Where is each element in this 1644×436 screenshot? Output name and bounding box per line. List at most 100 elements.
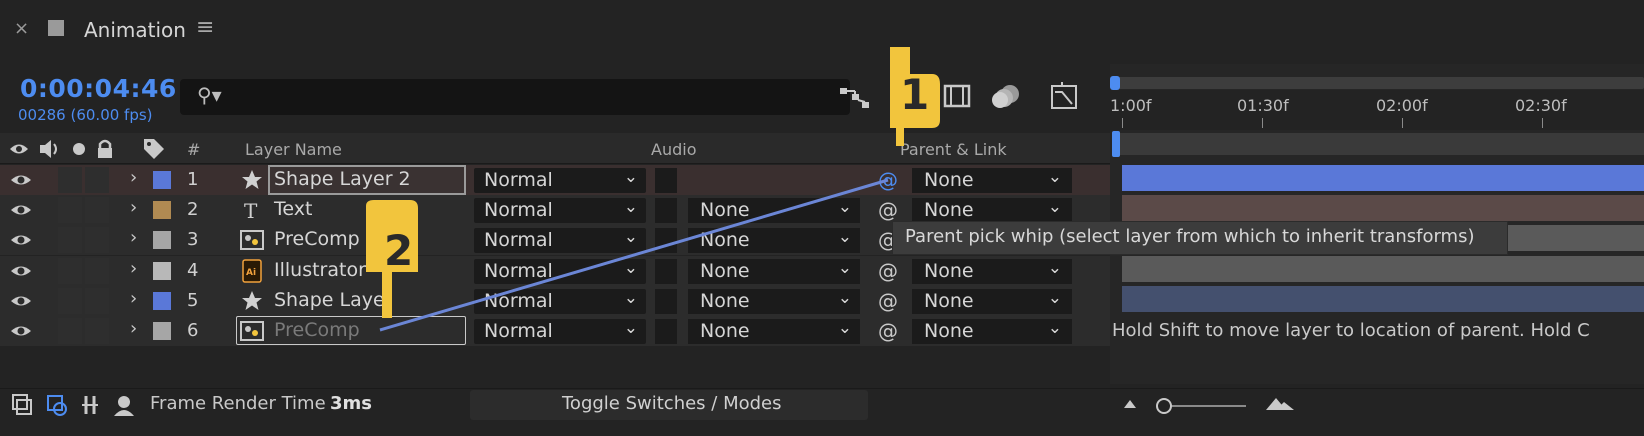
parent-value: None bbox=[924, 199, 974, 221]
track-matte-dropdown[interactable]: None ⌄ bbox=[688, 258, 860, 284]
layer-number: 5 bbox=[187, 290, 199, 311]
layer-duration-bar[interactable] bbox=[1122, 256, 1644, 282]
label-color-swatch[interactable] bbox=[153, 262, 171, 280]
chevron-right-icon[interactable]: › bbox=[130, 318, 137, 339]
composition-icon bbox=[48, 20, 64, 36]
chevron-down-icon: ⌄ bbox=[837, 227, 852, 247]
lock-switch[interactable] bbox=[85, 197, 109, 223]
parent-value: None bbox=[924, 290, 974, 312]
blend-mode-dropdown[interactable]: Normal ⌄ bbox=[474, 197, 646, 223]
motion-blur-icon[interactable] bbox=[990, 82, 1022, 112]
time-navigator-start-handle[interactable] bbox=[1110, 76, 1120, 90]
track-matte-value: None bbox=[700, 320, 750, 342]
parent-value: None bbox=[924, 169, 974, 191]
chevron-down-icon: ⌄ bbox=[623, 227, 638, 247]
blend-mode-value: Normal bbox=[484, 199, 553, 221]
label-color-swatch[interactable] bbox=[153, 322, 171, 340]
label-color-swatch[interactable] bbox=[153, 201, 171, 219]
track-matte-toggle[interactable] bbox=[655, 289, 677, 314]
parent-dropdown[interactable]: None ⌄ bbox=[912, 288, 1072, 314]
solo-switch[interactable] bbox=[58, 258, 82, 284]
search-icon[interactable]: ⚲▾ bbox=[197, 83, 222, 107]
eye-icon[interactable] bbox=[10, 320, 32, 342]
lock-switch[interactable] bbox=[85, 258, 109, 284]
chevron-right-icon[interactable]: › bbox=[130, 288, 137, 309]
layer-row[interactable]: › 6 PreComp Normal ⌄ None ⌄ @ None ⌄ bbox=[0, 316, 1160, 346]
track-matte-dropdown[interactable]: None ⌄ bbox=[688, 197, 860, 223]
panel-title[interactable]: Animation bbox=[84, 18, 186, 42]
track-matte-dropdown[interactable]: None ⌄ bbox=[688, 227, 860, 253]
blend-mode-dropdown[interactable]: Normal ⌄ bbox=[474, 318, 646, 344]
track-matte-toggle[interactable] bbox=[655, 259, 677, 284]
eye-icon[interactable] bbox=[10, 169, 32, 191]
zoom-slider[interactable] bbox=[1118, 394, 1298, 418]
eye-icon[interactable] bbox=[10, 260, 32, 282]
layer-row[interactable]: › 1 Shape Layer 2 Normal ⌄ @ None ⌄ bbox=[0, 165, 1160, 195]
eye-icon[interactable] bbox=[10, 199, 32, 221]
layer-row[interactable]: › 4 Ai Illustrator Normal ⌄ None ⌄ @ None ⌄ bbox=[0, 256, 1160, 286]
label-color-swatch[interactable] bbox=[153, 231, 171, 249]
current-time-display[interactable]: 0:00:04:46 bbox=[20, 74, 177, 103]
track-matte-dropdown[interactable]: None ⌄ bbox=[688, 288, 860, 314]
track-matte-toggle[interactable] bbox=[655, 168, 677, 193]
solo-switch[interactable] bbox=[58, 167, 82, 193]
chevron-right-icon[interactable]: › bbox=[130, 167, 137, 188]
lock-switch[interactable] bbox=[85, 167, 109, 193]
comp-flowchart-icon[interactable] bbox=[838, 84, 872, 112]
layer-name[interactable]: Text bbox=[274, 198, 312, 220]
pick-whip-icon[interactable]: @ bbox=[878, 319, 898, 343]
parent-dropdown[interactable]: None ⌄ bbox=[912, 318, 1072, 344]
lock-switch[interactable] bbox=[85, 227, 109, 253]
work-area-bar[interactable] bbox=[1116, 133, 1644, 155]
layer-name[interactable]: Shape Layer 2 bbox=[274, 168, 411, 190]
time-navigator[interactable] bbox=[1116, 77, 1644, 89]
close-icon[interactable]: × bbox=[14, 18, 29, 39]
chevron-right-icon[interactable]: › bbox=[130, 227, 137, 248]
solo-switch[interactable] bbox=[58, 227, 82, 253]
blend-mode-dropdown[interactable]: Normal ⌄ bbox=[474, 167, 646, 193]
search-input[interactable] bbox=[180, 79, 850, 115]
blend-mode-dropdown[interactable]: Normal ⌄ bbox=[474, 258, 646, 284]
solo-switch[interactable] bbox=[58, 288, 82, 314]
label-color-swatch[interactable] bbox=[153, 171, 171, 189]
menu-icon[interactable]: ≡ bbox=[196, 15, 214, 40]
pick-whip-icon[interactable]: @ bbox=[878, 289, 898, 313]
layer-duration-bar[interactable] bbox=[1122, 165, 1644, 191]
chevron-down-icon: ⌄ bbox=[837, 318, 852, 338]
panel-toggle-icons[interactable] bbox=[10, 392, 140, 418]
layer-name[interactable]: PreComp bbox=[274, 228, 360, 250]
column-header-layer-name[interactable]: Layer Name bbox=[245, 140, 342, 159]
pick-whip-icon[interactable]: @ bbox=[878, 168, 898, 192]
track-matte-dropdown[interactable]: None ⌄ bbox=[688, 318, 860, 344]
graph-editor-icon[interactable] bbox=[1048, 80, 1080, 112]
eye-icon[interactable] bbox=[10, 229, 32, 251]
column-header-audio[interactable]: Audio bbox=[651, 140, 696, 159]
layer-row[interactable]: › 5 Shape Laye Normal ⌄ None ⌄ @ None ⌄ bbox=[0, 286, 1160, 316]
parent-dropdown[interactable]: None ⌄ bbox=[912, 197, 1072, 223]
time-ruler-tick bbox=[1122, 118, 1123, 128]
track-matte-toggle[interactable] bbox=[655, 228, 677, 253]
track-matte-toggle[interactable] bbox=[655, 198, 677, 223]
blend-mode-dropdown[interactable]: Normal ⌄ bbox=[474, 227, 646, 253]
layer-duration-bar[interactable] bbox=[1122, 286, 1644, 312]
parent-dropdown[interactable]: None ⌄ bbox=[912, 258, 1072, 284]
label-color-swatch[interactable] bbox=[153, 292, 171, 310]
solo-switch[interactable] bbox=[58, 318, 82, 344]
time-ruler-tick-label: 1:00f bbox=[1110, 96, 1152, 115]
chevron-right-icon[interactable]: › bbox=[130, 258, 137, 279]
parent-dropdown[interactable]: None ⌄ bbox=[912, 167, 1072, 193]
column-header-number[interactable]: # bbox=[187, 140, 200, 159]
solo-switch[interactable] bbox=[58, 197, 82, 223]
eye-icon[interactable] bbox=[10, 290, 32, 312]
lock-switch[interactable] bbox=[85, 318, 109, 344]
chevron-right-icon[interactable]: › bbox=[130, 197, 137, 218]
pick-whip-icon[interactable]: @ bbox=[878, 198, 898, 222]
track-matte-toggle[interactable] bbox=[655, 319, 677, 344]
blend-mode-dropdown[interactable]: Normal ⌄ bbox=[474, 288, 646, 314]
pick-whip-icon[interactable]: @ bbox=[878, 259, 898, 283]
lock-switch[interactable] bbox=[85, 288, 109, 314]
svg-text:T: T bbox=[244, 199, 258, 222]
layer-duration-bar[interactable] bbox=[1122, 195, 1644, 221]
layer-name[interactable]: PreComp bbox=[274, 319, 360, 341]
work-area-start-handle[interactable] bbox=[1112, 131, 1120, 157]
